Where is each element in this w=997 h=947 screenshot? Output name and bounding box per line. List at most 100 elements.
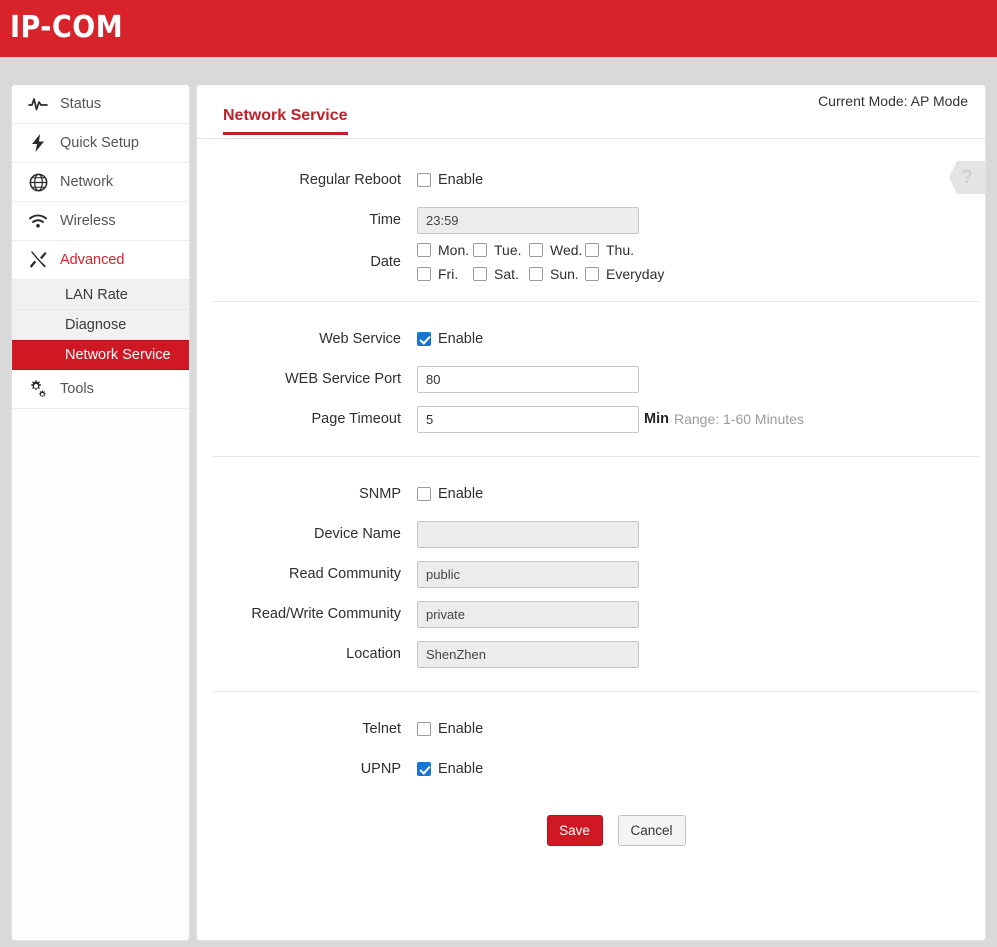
time-label: Time — [369, 212, 401, 228]
day-cell-mon[interactable]: Mon. — [417, 242, 473, 258]
day-checkbox-tue[interactable] — [473, 243, 487, 257]
location-input[interactable] — [417, 640, 639, 668]
sidebar-item-label: Wireless — [60, 213, 116, 229]
regular-reboot-enable-label[interactable]: Enable — [438, 172, 483, 188]
day-cell-everyday[interactable]: Everyday — [585, 266, 664, 282]
day-label-sun[interactable]: Sun. — [550, 266, 579, 282]
globe-icon — [25, 169, 51, 195]
day-cell-sat[interactable]: Sat. — [473, 266, 529, 282]
cancel-button[interactable]: Cancel — [617, 815, 686, 846]
sidebar-item-label: Quick Setup — [60, 135, 139, 151]
sidebar-subitem-label: LAN Rate — [65, 286, 128, 303]
row-telnet: Telnet Enable — [213, 709, 979, 749]
section-snmp: SNMP Enable Device Name Read Community p… — [213, 457, 979, 692]
device-name-input[interactable] — [417, 520, 639, 548]
sidebar-item-label: Advanced — [60, 252, 125, 268]
read-community-label: Read Community — [288, 566, 401, 582]
web-service-port-input[interactable] — [417, 365, 639, 393]
rw-community-input[interactable] — [417, 600, 639, 628]
snmp-label: SNMP — [359, 486, 401, 502]
page-timeout-unit: Min — [644, 411, 669, 427]
web-service-enable-label[interactable]: Enable — [438, 331, 483, 347]
day-checkbox-everyday[interactable] — [585, 267, 599, 281]
day-cell-thu[interactable]: Thu. — [585, 242, 641, 258]
read-community-input[interactable] — [417, 560, 639, 588]
day-label-fri[interactable]: Fri. — [438, 266, 458, 282]
web-service-checkbox[interactable] — [417, 332, 431, 346]
network-service-form: Regular Reboot Enable Time Date — [197, 143, 985, 863]
sidebar-item-quick-setup[interactable]: Quick Setup — [12, 124, 189, 163]
lightning-bolt-icon — [25, 130, 51, 156]
rw-community-label: Read/Write Community — [251, 606, 401, 622]
page-title: Network Service — [223, 107, 348, 135]
sidebar-subitem-label: Network Service — [65, 347, 171, 363]
day-label-tue[interactable]: Tue. — [494, 242, 522, 258]
top-brand-bar: IP-COM — [0, 0, 997, 57]
day-label-sat[interactable]: Sat. — [494, 266, 519, 282]
day-label-wed[interactable]: Wed. — [550, 242, 582, 258]
telnet-enable-label[interactable]: Enable — [438, 721, 483, 737]
sidebar-item-network[interactable]: Network — [12, 163, 189, 202]
sidebar-item-tools[interactable]: Tools — [12, 370, 189, 409]
page-timeout-hint: Range: 1-60 Minutes — [673, 411, 804, 427]
sidebar-item-wireless[interactable]: Wireless — [12, 202, 189, 241]
day-label-thu[interactable]: Thu. — [606, 242, 634, 258]
telnet-label: Telnet — [362, 721, 401, 737]
save-button[interactable]: Save — [546, 815, 603, 846]
section-regular-reboot: Regular Reboot Enable Time Date — [213, 143, 979, 302]
web-service-port-label: WEB Service Port — [284, 371, 401, 387]
section-web-service: Web Service Enable WEB Service Port Page… — [213, 302, 979, 457]
snmp-checkbox[interactable] — [417, 487, 431, 501]
row-web-service: Web Service Enable — [213, 319, 979, 359]
upnp-enable-label[interactable]: Enable — [438, 761, 483, 777]
web-service-label: Web Service — [319, 331, 401, 347]
page-timeout-label: Page Timeout — [311, 411, 401, 427]
day-checkbox-mon[interactable] — [417, 243, 431, 257]
section-telnet-upnp: Telnet Enable UPNP Enable Save Cancel — [213, 692, 979, 863]
sidebar-item-label: Network — [60, 174, 114, 190]
sidebar-subitem-lan-rate[interactable]: LAN Rate — [12, 280, 189, 310]
gears-icon — [25, 376, 51, 402]
day-row-2: Fri. Sat. Sun. Everyday — [417, 266, 664, 282]
row-reboot-time: Time — [213, 200, 979, 240]
main-content-panel: Current Mode: AP Mode Network Service ? … — [196, 85, 986, 941]
activity-pulse-icon — [25, 91, 51, 117]
upnp-checkbox[interactable] — [417, 762, 431, 776]
row-reboot-date: Date Mon. Tue. Wed. Thu. Fri. Sat. Sun. … — [213, 240, 979, 284]
regular-reboot-checkbox[interactable] — [417, 173, 431, 187]
row-web-service-port: WEB Service Port — [213, 359, 979, 399]
day-label-mon[interactable]: Mon. — [438, 242, 469, 258]
day-cell-wed[interactable]: Wed. — [529, 242, 585, 258]
day-checkbox-thu[interactable] — [585, 243, 599, 257]
day-cell-tue[interactable]: Tue. — [473, 242, 529, 258]
day-cell-sun[interactable]: Sun. — [529, 266, 585, 282]
day-label-everyday[interactable]: Everyday — [606, 266, 664, 282]
row-location: Location — [213, 634, 979, 674]
snmp-enable-label[interactable]: Enable — [438, 486, 483, 502]
row-rw-community: Read/Write Community — [213, 594, 979, 634]
day-checkbox-sat[interactable] — [473, 267, 487, 281]
day-checkbox-grid: Mon. Tue. Wed. Thu. Fri. Sat. Sun. Every… — [417, 240, 664, 284]
regular-reboot-label: Regular Reboot — [299, 172, 401, 188]
ipcom-logo: IP-COM — [10, 10, 124, 45]
location-label: Location — [346, 646, 401, 662]
row-regular-reboot: Regular Reboot Enable — [213, 160, 979, 200]
page-title-text: Network Service — [223, 107, 348, 135]
telnet-checkbox[interactable] — [417, 722, 431, 736]
sidebar-subitem-network-service[interactable]: Network Service — [12, 340, 189, 370]
sidebar-subitem-diagnose[interactable]: Diagnose — [12, 310, 189, 340]
page-timeout-input[interactable] — [417, 405, 639, 433]
time-input[interactable] — [417, 206, 639, 234]
sidebar-item-status[interactable]: Status — [12, 85, 189, 124]
device-name-label: Device Name — [313, 526, 401, 542]
sidebar-item-label: Tools — [60, 381, 94, 397]
row-read-community: Read Community — [213, 554, 979, 594]
day-checkbox-fri[interactable] — [417, 267, 431, 281]
sidebar-item-advanced[interactable]: Advanced — [12, 241, 189, 280]
day-checkbox-wed[interactable] — [529, 243, 543, 257]
day-checkbox-sun[interactable] — [529, 267, 543, 281]
day-cell-fri[interactable]: Fri. — [417, 266, 473, 282]
row-device-name: Device Name — [213, 514, 979, 554]
sidebar-nav: Status Quick Setup Network Wireless Adva… — [11, 85, 190, 941]
title-divider — [197, 138, 985, 139]
